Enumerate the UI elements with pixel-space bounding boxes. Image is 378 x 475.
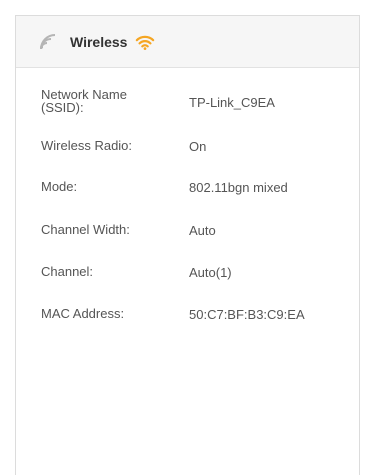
ssid-value: TP-Link_C9EA bbox=[189, 95, 275, 110]
wireless-status-panel: Wireless Network Name (SSID): TP-Link_C9… bbox=[15, 15, 360, 475]
mode-label: Mode: bbox=[41, 179, 78, 194]
mac-address-label: MAC Address: bbox=[41, 306, 125, 321]
channel-value: Auto(1) bbox=[189, 265, 232, 280]
wifi-icon bbox=[135, 32, 155, 52]
panel-title: Wireless bbox=[70, 33, 128, 50]
channel-width-value: Auto bbox=[189, 223, 216, 238]
mac-address-value: 50:C7:BF:B3:C9:EA bbox=[189, 307, 305, 322]
panel-header: Wireless bbox=[16, 16, 359, 68]
channel-label: Channel: bbox=[41, 264, 94, 279]
wireless-radio-value: On bbox=[189, 139, 207, 154]
signal-bars-icon bbox=[38, 32, 58, 52]
wireless-radio-label: Wireless Radio: bbox=[41, 138, 133, 153]
ssid-label: Network Name (SSID): bbox=[41, 87, 127, 115]
mode-value: 802.11bgn mixed bbox=[189, 180, 288, 195]
channel-width-label: Channel Width: bbox=[41, 222, 130, 237]
